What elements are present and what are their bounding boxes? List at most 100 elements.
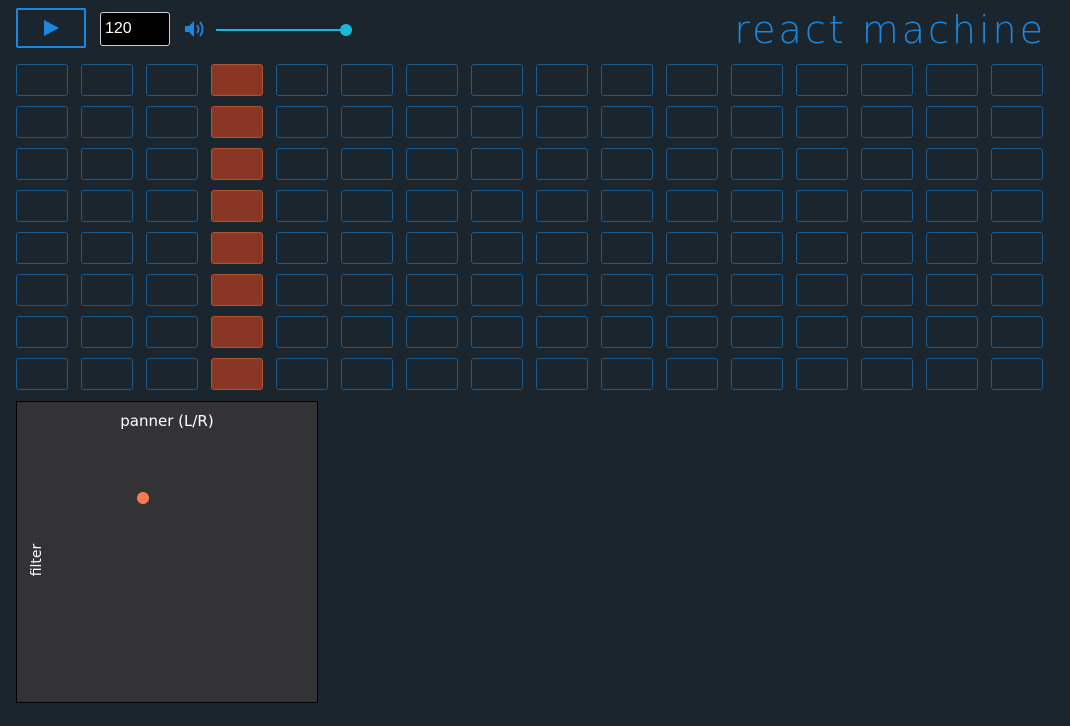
play-button[interactable] xyxy=(16,8,86,48)
step-cell-r4-c12[interactable] xyxy=(731,190,783,222)
step-cell-r5-c5[interactable] xyxy=(276,232,328,264)
step-cell-r1-c11[interactable] xyxy=(666,64,718,96)
step-cell-r7-c10[interactable] xyxy=(601,316,653,348)
step-cell-r5-c1[interactable] xyxy=(16,232,68,264)
step-cell-r1-c2[interactable] xyxy=(81,64,133,96)
step-cell-r8-c9[interactable] xyxy=(536,358,588,390)
step-cell-r2-c4[interactable] xyxy=(211,106,263,138)
step-cell-r2-c5[interactable] xyxy=(276,106,328,138)
step-cell-r3-c1[interactable] xyxy=(16,148,68,180)
step-cell-r8-c3[interactable] xyxy=(146,358,198,390)
step-cell-r8-c1[interactable] xyxy=(16,358,68,390)
step-cell-r4-c9[interactable] xyxy=(536,190,588,222)
step-cell-r5-c11[interactable] xyxy=(666,232,718,264)
step-cell-r4-c10[interactable] xyxy=(601,190,653,222)
step-cell-r3-c2[interactable] xyxy=(81,148,133,180)
step-cell-r6-c6[interactable] xyxy=(341,274,393,306)
step-cell-r8-c11[interactable] xyxy=(666,358,718,390)
step-cell-r2-c14[interactable] xyxy=(861,106,913,138)
step-cell-r8-c6[interactable] xyxy=(341,358,393,390)
step-cell-r7-c8[interactable] xyxy=(471,316,523,348)
step-cell-r7-c3[interactable] xyxy=(146,316,198,348)
step-cell-r6-c15[interactable] xyxy=(926,274,978,306)
step-cell-r6-c16[interactable] xyxy=(991,274,1043,306)
step-cell-r3-c4[interactable] xyxy=(211,148,263,180)
step-cell-r3-c11[interactable] xyxy=(666,148,718,180)
step-cell-r7-c12[interactable] xyxy=(731,316,783,348)
step-cell-r6-c1[interactable] xyxy=(16,274,68,306)
step-cell-r2-c6[interactable] xyxy=(341,106,393,138)
step-cell-r7-c11[interactable] xyxy=(666,316,718,348)
step-cell-r7-c13[interactable] xyxy=(796,316,848,348)
step-cell-r8-c2[interactable] xyxy=(81,358,133,390)
step-cell-r2-c8[interactable] xyxy=(471,106,523,138)
step-cell-r4-c14[interactable] xyxy=(861,190,913,222)
step-cell-r1-c9[interactable] xyxy=(536,64,588,96)
step-cell-r7-c9[interactable] xyxy=(536,316,588,348)
step-cell-r1-c15[interactable] xyxy=(926,64,978,96)
step-cell-r6-c12[interactable] xyxy=(731,274,783,306)
step-cell-r5-c9[interactable] xyxy=(536,232,588,264)
step-cell-r1-c13[interactable] xyxy=(796,64,848,96)
step-cell-r3-c13[interactable] xyxy=(796,148,848,180)
step-cell-r1-c4[interactable] xyxy=(211,64,263,96)
step-cell-r5-c8[interactable] xyxy=(471,232,523,264)
step-cell-r1-c6[interactable] xyxy=(341,64,393,96)
step-cell-r1-c8[interactable] xyxy=(471,64,523,96)
step-cell-r8-c13[interactable] xyxy=(796,358,848,390)
step-cell-r6-c5[interactable] xyxy=(276,274,328,306)
step-cell-r7-c15[interactable] xyxy=(926,316,978,348)
step-cell-r6-c8[interactable] xyxy=(471,274,523,306)
step-cell-r2-c10[interactable] xyxy=(601,106,653,138)
step-cell-r2-c7[interactable] xyxy=(406,106,458,138)
step-cell-r4-c8[interactable] xyxy=(471,190,523,222)
step-cell-r6-c14[interactable] xyxy=(861,274,913,306)
step-cell-r6-c13[interactable] xyxy=(796,274,848,306)
step-cell-r7-c14[interactable] xyxy=(861,316,913,348)
step-cell-r4-c5[interactable] xyxy=(276,190,328,222)
step-cell-r6-c7[interactable] xyxy=(406,274,458,306)
step-cell-r5-c10[interactable] xyxy=(601,232,653,264)
step-cell-r3-c12[interactable] xyxy=(731,148,783,180)
step-cell-r5-c14[interactable] xyxy=(861,232,913,264)
step-cell-r7-c5[interactable] xyxy=(276,316,328,348)
step-cell-r6-c9[interactable] xyxy=(536,274,588,306)
step-cell-r4-c16[interactable] xyxy=(991,190,1043,222)
step-cell-r1-c10[interactable] xyxy=(601,64,653,96)
step-cell-r5-c12[interactable] xyxy=(731,232,783,264)
volume-thumb[interactable] xyxy=(340,24,352,36)
step-cell-r5-c7[interactable] xyxy=(406,232,458,264)
step-cell-r7-c1[interactable] xyxy=(16,316,68,348)
tempo-input[interactable] xyxy=(100,12,170,46)
step-cell-r3-c16[interactable] xyxy=(991,148,1043,180)
step-cell-r4-c3[interactable] xyxy=(146,190,198,222)
step-cell-r4-c4[interactable] xyxy=(211,190,263,222)
step-cell-r4-c1[interactable] xyxy=(16,190,68,222)
step-cell-r7-c4[interactable] xyxy=(211,316,263,348)
step-cell-r1-c14[interactable] xyxy=(861,64,913,96)
step-cell-r2-c11[interactable] xyxy=(666,106,718,138)
step-cell-r8-c10[interactable] xyxy=(601,358,653,390)
step-cell-r8-c7[interactable] xyxy=(406,358,458,390)
step-cell-r6-c2[interactable] xyxy=(81,274,133,306)
step-cell-r1-c3[interactable] xyxy=(146,64,198,96)
step-cell-r3-c15[interactable] xyxy=(926,148,978,180)
step-cell-r2-c15[interactable] xyxy=(926,106,978,138)
step-cell-r5-c3[interactable] xyxy=(146,232,198,264)
step-cell-r2-c1[interactable] xyxy=(16,106,68,138)
step-cell-r3-c9[interactable] xyxy=(536,148,588,180)
step-cell-r1-c12[interactable] xyxy=(731,64,783,96)
volume-slider[interactable] xyxy=(216,22,354,38)
step-cell-r3-c5[interactable] xyxy=(276,148,328,180)
step-cell-r7-c16[interactable] xyxy=(991,316,1043,348)
step-cell-r5-c6[interactable] xyxy=(341,232,393,264)
step-cell-r4-c15[interactable] xyxy=(926,190,978,222)
step-cell-r7-c7[interactable] xyxy=(406,316,458,348)
step-cell-r5-c2[interactable] xyxy=(81,232,133,264)
step-cell-r8-c15[interactable] xyxy=(926,358,978,390)
step-cell-r2-c2[interactable] xyxy=(81,106,133,138)
step-cell-r6-c11[interactable] xyxy=(666,274,718,306)
step-cell-r2-c12[interactable] xyxy=(731,106,783,138)
step-cell-r4-c13[interactable] xyxy=(796,190,848,222)
step-cell-r8-c4[interactable] xyxy=(211,358,263,390)
